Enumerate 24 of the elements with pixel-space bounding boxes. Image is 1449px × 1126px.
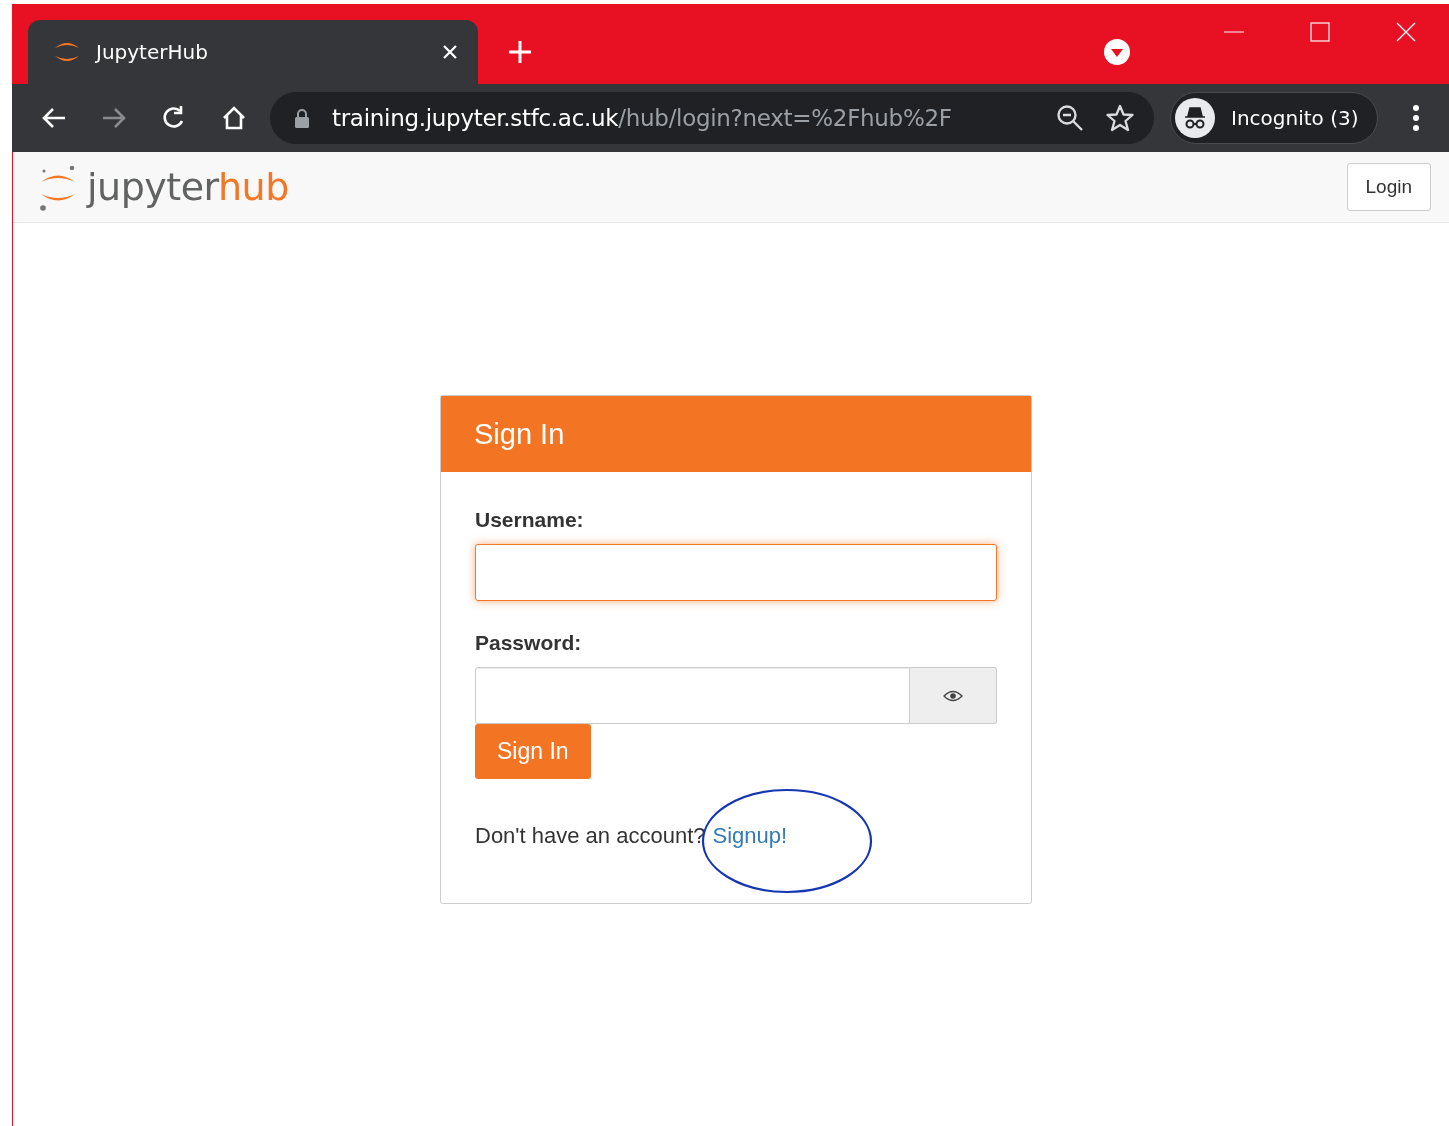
lock-icon <box>294 108 310 128</box>
dropdown-icon[interactable] <box>1103 38 1131 66</box>
username-field[interactable] <box>475 544 997 601</box>
menu-icon[interactable] <box>1411 104 1420 132</box>
close-icon[interactable] <box>442 44 458 60</box>
address-bar[interactable]: training.jupyter.stfc.ac.uk/hub/login?next=%2Fhub%2F <box>270 92 1154 144</box>
password-field[interactable] <box>475 667 910 724</box>
eye-icon <box>943 689 963 702</box>
star-icon[interactable] <box>1106 104 1134 132</box>
field-label: Password: <box>475 631 583 655</box>
field-label: Username: <box>475 508 585 532</box>
maximize-icon[interactable] <box>1310 22 1330 42</box>
incognito-icon <box>1175 98 1215 138</box>
new-tab-icon[interactable] <box>508 40 532 64</box>
signup-link[interactable]: Signup! <box>712 823 788 849</box>
tab-title: JupyterHub <box>96 40 209 64</box>
zoom-out-icon[interactable] <box>1056 104 1084 132</box>
jupyter-logo-icon <box>39 163 77 211</box>
logo-text: jupyterhub <box>87 165 289 209</box>
login-button[interactable]: Login <box>1346 163 1431 211</box>
url-text: training.jupyter.stfc.ac.uk/hub/login?next=%2Fhub%2F <box>332 105 952 131</box>
browser-tab[interactable]: JupyterHub <box>28 20 478 84</box>
incognito-button[interactable]: Incognito (3) <box>1170 92 1378 144</box>
card-title: Sign In <box>474 417 565 451</box>
